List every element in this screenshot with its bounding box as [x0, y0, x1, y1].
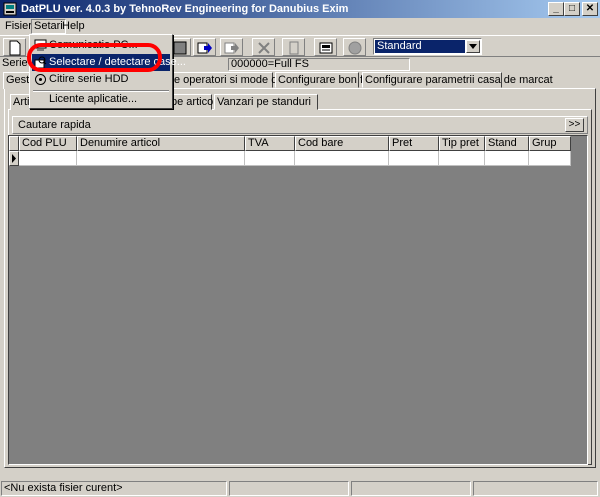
- import-button[interactable]: [193, 38, 216, 56]
- quick-search-bar: Cautare rapida >>: [12, 116, 588, 134]
- status-panel-2: [229, 481, 349, 496]
- grid-corner: [9, 136, 19, 151]
- app-window: DatPLU ver. 4.0.3 by TehnoRev Engineerin…: [0, 0, 600, 497]
- new-icon: [9, 40, 21, 56]
- delete-icon: [258, 42, 270, 54]
- edit-button[interactable]: [282, 38, 305, 56]
- column-header-pret[interactable]: Pret: [389, 136, 439, 151]
- table-cell[interactable]: [485, 151, 529, 166]
- table-cell[interactable]: [529, 151, 571, 166]
- maximize-button[interactable]: □: [564, 2, 580, 16]
- tab-bon-fiscal[interactable]: Configurare bon fiscal: [275, 72, 385, 88]
- combo-value: Standard: [375, 40, 465, 53]
- status-bar: <Nu exista fisier curent>: [0, 480, 600, 497]
- serie-value: 000000=Full FS: [228, 58, 410, 71]
- chevron-down-icon[interactable]: [466, 40, 480, 53]
- delete-button[interactable]: [252, 38, 275, 56]
- menu-bar: Fisier Setari Help: [0, 18, 600, 35]
- menu-fisier[interactable]: Fisier: [2, 19, 35, 34]
- tab-operatori[interactable]: e operatori si mode de lucru: [171, 72, 310, 88]
- column-header-denumire[interactable]: Denumire articol: [77, 136, 245, 151]
- export-button[interactable]: [220, 38, 243, 56]
- column-header-grup[interactable]: Grup: [529, 136, 571, 151]
- status-text: <Nu exista fisier curent>: [1, 481, 227, 496]
- smp-icon: [348, 41, 362, 55]
- expand-search-button[interactable]: >>: [565, 118, 584, 132]
- new-button[interactable]: [3, 38, 26, 56]
- status-panel-4: [473, 481, 598, 496]
- menu-item-label: Licente aplicatie...: [49, 93, 138, 105]
- tab-vanzari-standuri[interactable]: Vanzari pe standuri: [214, 94, 318, 110]
- app-icon: [2, 1, 18, 17]
- table-cell[interactable]: [295, 151, 389, 166]
- highlight-annotation: [27, 43, 162, 72]
- menu-help[interactable]: Help: [59, 19, 88, 34]
- menu-item-licente[interactable]: Licente aplicatie...: [32, 91, 170, 108]
- serie-label: Serie E: [2, 58, 28, 69]
- column-header-stand[interactable]: Stand: [485, 136, 529, 151]
- table-cell[interactable]: [245, 151, 295, 166]
- column-header-cod-bare[interactable]: Cod bare: [295, 136, 389, 151]
- tab-gestiune[interactable]: Gesti: [3, 72, 32, 89]
- column-header-tva[interactable]: TVA: [245, 136, 295, 151]
- smp-button[interactable]: [343, 38, 366, 56]
- menu-item-citire-serie-hdd[interactable]: Citire serie HDD: [32, 71, 170, 88]
- column-header-tip-pret[interactable]: Tip pret: [439, 136, 485, 151]
- status-panel-3: [351, 481, 471, 496]
- cash-register-button[interactable]: [314, 38, 337, 56]
- title-bar[interactable]: DatPLU ver. 4.0.3 by TehnoRev Engineerin…: [0, 0, 600, 18]
- import-icon: [197, 42, 212, 54]
- table-cell[interactable]: [19, 151, 77, 166]
- table-cell[interactable]: [439, 151, 485, 166]
- menu-item-label: Citire serie HDD: [49, 73, 129, 85]
- articles-grid[interactable]: Cod PLU Denumire articol TVA Cod bare Pr…: [8, 135, 588, 465]
- current-row-arrow-icon: [12, 154, 16, 163]
- minimize-button[interactable]: _: [548, 2, 564, 16]
- close-button[interactable]: ✕: [582, 2, 598, 16]
- edit-icon: [289, 41, 299, 55]
- disk-icon: [35, 74, 46, 85]
- mode-combobox[interactable]: Standard: [373, 38, 482, 55]
- quick-search-label: Cautare rapida: [18, 119, 91, 131]
- tab-parametrii-casa[interactable]: Configurare parametrii casa de marcat: [362, 72, 553, 88]
- window-title: DatPLU ver. 4.0.3 by TehnoRev Engineerin…: [21, 3, 349, 15]
- table-cell[interactable]: [389, 151, 439, 166]
- export-icon: [224, 42, 239, 54]
- cash-register-icon: [319, 42, 333, 54]
- column-header-cod-plu[interactable]: Cod PLU: [19, 136, 77, 151]
- row-indicator: [9, 151, 19, 166]
- tab-pe-articole[interactable]: pe articole: [168, 94, 222, 110]
- table-cell[interactable]: [77, 151, 245, 166]
